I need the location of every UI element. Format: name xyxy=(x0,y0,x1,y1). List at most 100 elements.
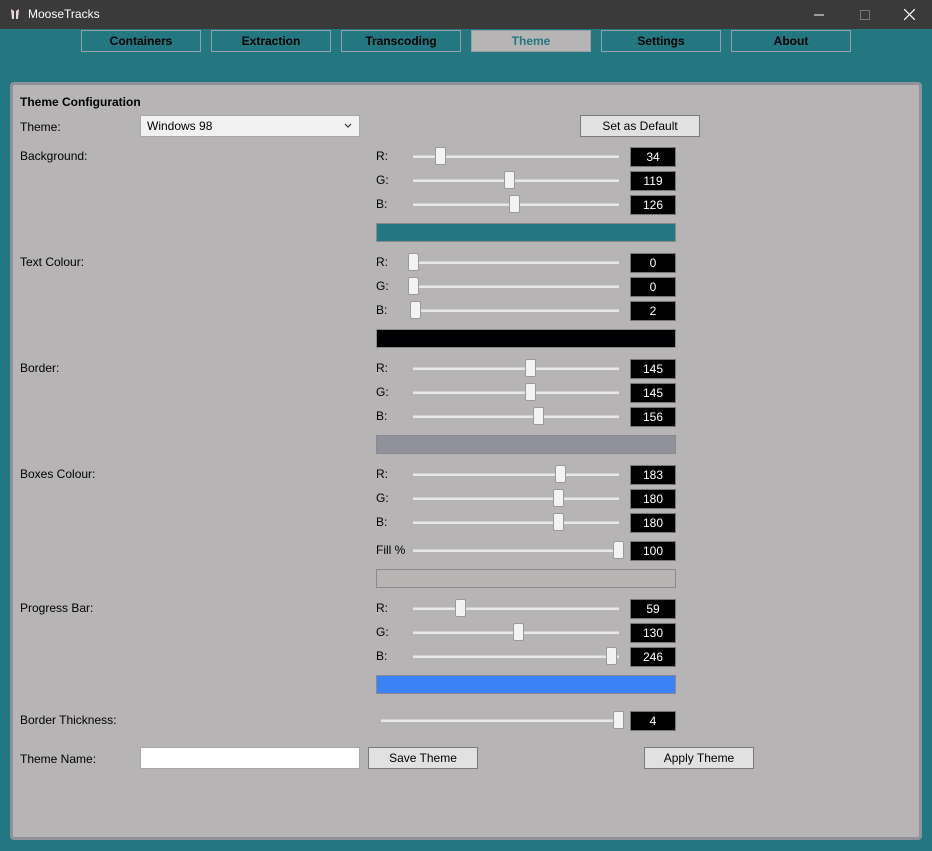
border-b-slider[interactable] xyxy=(413,415,619,418)
tab-transcoding[interactable]: Transcoding xyxy=(341,30,461,52)
progress-bar-b-value[interactable]: 246 xyxy=(630,647,676,667)
minimize-button[interactable] xyxy=(796,0,842,29)
minimize-icon xyxy=(814,14,824,15)
border-label: Border: xyxy=(20,361,60,375)
background-r-value[interactable]: 34 xyxy=(630,147,676,167)
boxes-colour-label: Boxes Colour: xyxy=(20,467,96,481)
save-theme-button[interactable]: Save Theme xyxy=(368,747,478,769)
close-icon xyxy=(903,9,915,20)
border-r-label: R: xyxy=(376,361,388,375)
background-g-value[interactable]: 119 xyxy=(630,171,676,191)
theme-name-input[interactable] xyxy=(140,747,360,769)
boxes-colour-b-label: B: xyxy=(376,515,388,529)
progress-bar-g-label: G: xyxy=(376,625,389,639)
theme-name-label: Theme Name: xyxy=(20,752,97,766)
border-r-value[interactable]: 145 xyxy=(630,359,676,379)
border-g-slider[interactable] xyxy=(413,391,619,394)
text-colour-r-value[interactable]: 0 xyxy=(630,253,676,273)
boxes-fill-label: Fill % xyxy=(376,543,406,557)
progress-bar-r-value[interactable]: 59 xyxy=(630,599,676,619)
progress-bar-b-label: B: xyxy=(376,649,388,663)
border-swatch xyxy=(376,435,676,454)
text-colour-g-label: G: xyxy=(376,279,389,293)
theme-select[interactable]: Windows 98 xyxy=(140,115,360,137)
boxes-colour-r-thumb[interactable] xyxy=(555,465,566,483)
progress-bar-r-slider[interactable] xyxy=(413,607,619,610)
chevron-down-icon xyxy=(344,123,352,128)
tab-extraction[interactable]: Extraction xyxy=(211,30,331,52)
progress-bar-g-thumb[interactable] xyxy=(513,623,524,641)
background-r-thumb[interactable] xyxy=(435,147,446,165)
section-heading: Theme Configuration xyxy=(20,95,141,109)
progress-bar-b-thumb[interactable] xyxy=(606,647,617,665)
text-colour-g-thumb[interactable] xyxy=(408,277,419,295)
background-g-label: G: xyxy=(376,173,389,187)
theme-label: Theme: xyxy=(20,120,61,134)
background-swatch xyxy=(376,223,676,242)
text-colour-r-label: R: xyxy=(376,255,388,269)
progress-bar-b-slider[interactable] xyxy=(413,655,619,658)
boxes-fill-thumb[interactable] xyxy=(613,541,624,559)
background-label: Background: xyxy=(20,149,88,163)
boxes-colour-b-thumb[interactable] xyxy=(553,513,564,531)
progress-bar-g-value[interactable]: 130 xyxy=(630,623,676,643)
tab-containers[interactable]: Containers xyxy=(81,30,201,52)
text-colour-g-slider[interactable] xyxy=(413,285,619,288)
tab-about[interactable]: About xyxy=(731,30,851,52)
boxes-colour-r-label: R: xyxy=(376,467,388,481)
boxes-colour-g-label: G: xyxy=(376,491,389,505)
theme-select-value: Windows 98 xyxy=(147,119,213,133)
apply-theme-button[interactable]: Apply Theme xyxy=(644,747,754,769)
border-b-value[interactable]: 156 xyxy=(630,407,676,427)
text-colour-swatch xyxy=(376,329,676,348)
boxes-fill-slider[interactable] xyxy=(413,549,619,552)
border-g-value[interactable]: 145 xyxy=(630,383,676,403)
boxes-colour-g-slider[interactable] xyxy=(413,497,619,500)
close-button[interactable] xyxy=(886,0,932,29)
set-default-button[interactable]: Set as Default xyxy=(580,115,700,137)
border-g-label: G: xyxy=(376,385,389,399)
boxes-colour-swatch xyxy=(376,569,676,588)
progress-bar-r-thumb[interactable] xyxy=(455,599,466,617)
text-colour-r-thumb[interactable] xyxy=(408,253,419,271)
theme-panel xyxy=(10,82,922,840)
text-colour-b-slider[interactable] xyxy=(413,309,619,312)
background-b-value[interactable]: 126 xyxy=(630,195,676,215)
text-colour-g-value[interactable]: 0 xyxy=(630,277,676,297)
boxes-colour-r-value[interactable]: 183 xyxy=(630,465,676,485)
window-title: MooseTracks xyxy=(28,7,100,21)
text-colour-r-slider[interactable] xyxy=(413,261,619,264)
boxes-colour-g-value[interactable]: 180 xyxy=(630,489,676,509)
border-b-label: B: xyxy=(376,409,388,423)
maximize-icon xyxy=(860,9,870,20)
boxes-fill-value[interactable]: 100 xyxy=(630,541,676,561)
text-colour-label: Text Colour: xyxy=(20,255,85,269)
border-thickness-slider[interactable] xyxy=(381,719,621,722)
background-b-label: B: xyxy=(376,197,388,211)
border-thickness-thumb[interactable] xyxy=(613,711,624,729)
progress-bar-label: Progress Bar: xyxy=(20,601,94,615)
boxes-colour-r-slider[interactable] xyxy=(413,473,619,476)
tab-settings[interactable]: Settings xyxy=(601,30,721,52)
text-colour-b-label: B: xyxy=(376,303,388,317)
maximize-button[interactable] xyxy=(842,0,888,29)
border-thickness-label: Border Thickness: xyxy=(20,713,117,727)
background-b-thumb[interactable] xyxy=(509,195,520,213)
boxes-colour-b-value[interactable]: 180 xyxy=(630,513,676,533)
border-r-thumb[interactable] xyxy=(525,359,536,377)
boxes-colour-g-thumb[interactable] xyxy=(553,489,564,507)
background-g-slider[interactable] xyxy=(413,179,619,182)
text-colour-b-value[interactable]: 2 xyxy=(630,301,676,321)
background-g-thumb[interactable] xyxy=(504,171,515,189)
background-r-label: R: xyxy=(376,149,388,163)
border-thickness-value[interactable]: 4 xyxy=(630,711,676,731)
border-r-slider[interactable] xyxy=(413,367,619,370)
border-g-thumb[interactable] xyxy=(525,383,536,401)
title-bar: MooseTracks xyxy=(0,0,932,29)
border-b-thumb[interactable] xyxy=(533,407,544,425)
progress-bar-r-label: R: xyxy=(376,601,388,615)
tab-theme[interactable]: Theme xyxy=(471,30,591,52)
app-icon xyxy=(11,9,19,19)
boxes-colour-b-slider[interactable] xyxy=(413,521,619,524)
text-colour-b-thumb[interactable] xyxy=(410,301,421,319)
